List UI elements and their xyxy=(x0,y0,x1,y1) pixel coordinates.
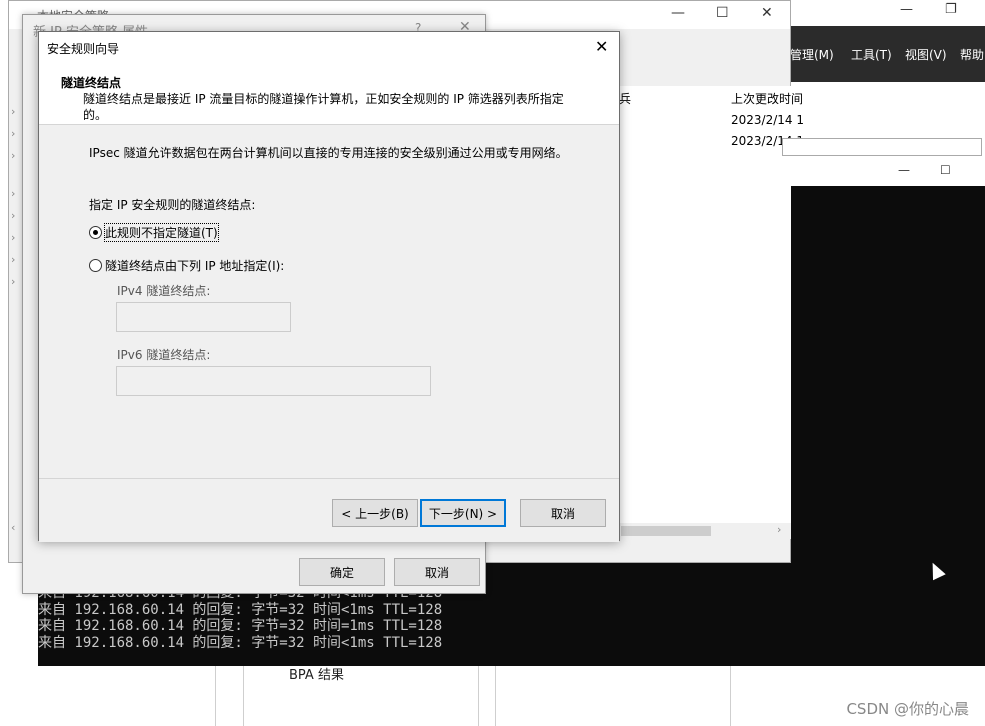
chevron-right-icon[interactable]: › xyxy=(11,127,15,140)
close-icon[interactable]: ✕ xyxy=(761,5,773,21)
column-header-modified[interactable]: 上次更改时间 xyxy=(731,90,803,107)
command-prompt-titlebar: — ☐ xyxy=(790,160,985,186)
ok-button[interactable]: 确定 xyxy=(299,558,385,586)
wizard-heading: 隧道终结点 xyxy=(61,76,122,90)
menu-manage[interactable]: 管理(M) xyxy=(790,46,834,63)
list-item[interactable]: 2023/2/14 1 xyxy=(731,113,804,127)
radio-tunnel-endpoint-label[interactable]: 隧道终结点由下列 IP 地址指定(I): xyxy=(105,257,284,274)
menu-tools[interactable]: 工具(T) xyxy=(851,46,892,63)
cancel-button[interactable]: 取消 xyxy=(394,558,480,586)
ipv4-endpoint-label: IPv4 隧道终结点: xyxy=(117,284,211,298)
chevron-left-icon[interactable]: ‹ xyxy=(11,521,15,534)
watermark: CSDN @你的心晨 xyxy=(846,700,969,718)
ipv4-endpoint-field[interactable] xyxy=(116,302,291,332)
lsp-policy-list: 兵 上次更改时间 2023/2/14 1 2023/2/14 1 xyxy=(619,86,804,523)
chevron-right-icon[interactable]: › xyxy=(11,187,15,200)
wizard-footer: < 上一步(B) 下一步(N) > 取消 xyxy=(39,478,619,542)
close-icon[interactable]: ✕ xyxy=(595,37,608,56)
chevron-right-icon[interactable]: › xyxy=(11,231,15,244)
cancel-button[interactable]: 取消 xyxy=(520,499,606,527)
ping-line: 来自 192.168.60.14 的回复: 字节=32 时间<1ms TTL=1… xyxy=(38,601,443,618)
chevron-right-icon[interactable]: › xyxy=(11,275,15,288)
column-header-status[interactable]: 兵 xyxy=(619,90,631,107)
chevron-right-icon[interactable]: › xyxy=(11,105,15,118)
restore-icon[interactable]: ❐ xyxy=(945,2,957,17)
wizard-titlebar: 安全规则向导 ✕ xyxy=(39,32,619,62)
wizard-title: 安全规则向导 xyxy=(47,42,120,56)
maximize-icon[interactable]: ☐ xyxy=(716,5,729,21)
menu-view[interactable]: 视图(V) xyxy=(905,46,947,63)
ping-line: 来自 192.168.60.14 的回复: 字节=32 时间=1ms TTL=1… xyxy=(38,618,443,634)
tunnel-endpoint-prompt: 指定 IP 安全规则的隧道终结点: xyxy=(89,198,256,212)
ipv6-endpoint-field[interactable] xyxy=(116,366,431,396)
wizard-description: 隧道终结点是最接近 IP 流量目标的隧道操作计算机，正如安全规则的 IP 筛选器… xyxy=(83,92,564,122)
next-button[interactable]: 下一步(N) > xyxy=(420,499,506,527)
minimize-icon[interactable]: — xyxy=(671,5,685,21)
radio-button-checked[interactable] xyxy=(89,226,102,239)
wizard-header: 隧道终结点 隧道终结点是最接近 IP 流量目标的隧道操作计算机，正如安全规则的 … xyxy=(39,62,619,125)
lsp-tree: › › › › › › › › ‹ xyxy=(9,83,21,534)
tunnel-info-text: IPsec 隧道允许数据包在两台计算机间以直接的专用连接的安全级别通过公用或专用… xyxy=(89,146,568,160)
bpa-results-label[interactable]: BPA 结果 xyxy=(289,664,344,683)
security-rule-wizard: 安全规则向导 ✕ 隧道终结点 隧道终结点是最接近 IP 流量目标的隧道操作计算机… xyxy=(38,31,620,542)
chevron-right-icon[interactable]: › xyxy=(11,209,15,222)
horizontal-scrollbar[interactable] xyxy=(621,523,791,539)
lsp-filter-box[interactable] xyxy=(782,138,982,156)
radio-button-unchecked[interactable] xyxy=(89,259,102,272)
ipv6-endpoint-label: IPv6 隧道终结点: xyxy=(117,348,211,362)
chevron-right-icon[interactable]: › xyxy=(777,523,781,536)
back-button[interactable]: < 上一步(B) xyxy=(332,499,418,527)
minimize-icon[interactable]: — xyxy=(898,163,910,177)
ping-line: 来自 192.168.60.14 的回复: 字节=32 时间<1ms TTL=1… xyxy=(38,634,443,651)
maximize-icon[interactable]: ☐ xyxy=(940,163,951,177)
wizard-body: IPsec 隧道允许数据包在两台计算机间以直接的专用连接的安全级别通过公用或专用… xyxy=(39,126,619,478)
chevron-right-icon[interactable]: › xyxy=(11,149,15,162)
radio-no-tunnel[interactable]: 此规则不指定隧道(T) xyxy=(89,223,219,242)
scrollbar-thumb[interactable] xyxy=(621,526,711,536)
minimize-icon[interactable]: — xyxy=(900,2,913,17)
ping-output: 来自 192.168.60.14 的回复: 字节=32 时间<1ms TTL=1… xyxy=(38,585,442,651)
radio-no-tunnel-label[interactable]: 此规则不指定隧道(T) xyxy=(104,223,219,242)
radio-tunnel-endpoint[interactable]: 隧道终结点由下列 IP 地址指定(I): xyxy=(89,257,284,274)
chevron-right-icon[interactable]: › xyxy=(11,253,15,266)
menu-help[interactable]: 帮助 xyxy=(960,46,984,63)
